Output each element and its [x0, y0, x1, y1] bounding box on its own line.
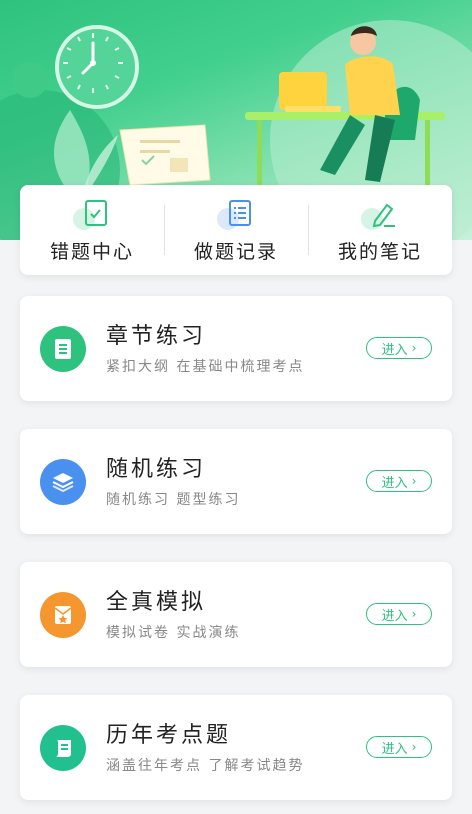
- nav-label: 错题中心: [49, 240, 134, 263]
- nav-label: 我的笔记: [337, 240, 422, 263]
- notes-pen-icon: [358, 197, 402, 231]
- nav-label: 做题记录: [193, 240, 278, 263]
- chevron-right-icon: ›: [411, 474, 417, 488]
- card-subtitle: 涵盖往年考点 了解考试趋势: [106, 758, 305, 774]
- receipt-paper-icon: [119, 124, 211, 186]
- person-at-desk-icon: [245, 26, 445, 190]
- enter-label: 进入: [381, 741, 408, 757]
- practice-card-random[interactable]: 随机练习 随机练习 题型练习 进入 ›: [20, 429, 452, 534]
- chapter-doc-icon: [40, 326, 86, 372]
- chevron-right-icon: ›: [411, 341, 417, 355]
- enter-label: 进入: [381, 475, 408, 491]
- enter-label: 进入: [381, 342, 408, 358]
- chevron-right-icon: ›: [411, 740, 417, 754]
- enter-button[interactable]: 进入 ›: [366, 603, 432, 625]
- card-title: 章节练习: [106, 324, 207, 349]
- nav-item-wrong-questions[interactable]: 错题中心: [20, 185, 164, 275]
- layers-icon: [40, 459, 86, 505]
- card-subtitle: 模拟试卷 实战演练: [106, 625, 241, 641]
- card-title: 随机练习: [106, 457, 207, 482]
- quick-nav-card: 错题中心 做题记录 我的笔记: [20, 185, 452, 275]
- practice-card-past-exams[interactable]: 历年考点题 涵盖往年考点 了解考试趋势 进入 ›: [20, 695, 452, 800]
- enter-button[interactable]: 进入 ›: [366, 736, 432, 758]
- nav-item-notes[interactable]: 我的笔记: [308, 185, 452, 275]
- card-title: 历年考点题: [106, 723, 232, 748]
- enter-button[interactable]: 进入 ›: [366, 470, 432, 492]
- scroll-icon: [40, 725, 86, 771]
- hero-dot: [12, 62, 48, 98]
- chevron-right-icon: ›: [411, 607, 417, 621]
- practice-card-mock[interactable]: 全真模拟 模拟试卷 实战演练 进入 ›: [20, 562, 452, 667]
- enter-button[interactable]: 进入 ›: [366, 337, 432, 359]
- records-list-icon: [214, 197, 258, 231]
- practice-card-chapter[interactable]: 章节练习 紧扣大纲 在基础中梳理考点 进入 ›: [20, 296, 452, 401]
- card-subtitle: 紧扣大纲 在基础中梳理考点: [106, 359, 305, 375]
- nav-item-records[interactable]: 做题记录: [164, 185, 308, 275]
- wrong-questions-icon: [70, 197, 114, 231]
- envelope-star-icon: [40, 592, 86, 638]
- card-title: 全真模拟: [106, 590, 207, 615]
- enter-label: 进入: [381, 608, 408, 624]
- clock-icon: [55, 25, 139, 109]
- card-subtitle: 随机练习 题型练习: [106, 492, 241, 508]
